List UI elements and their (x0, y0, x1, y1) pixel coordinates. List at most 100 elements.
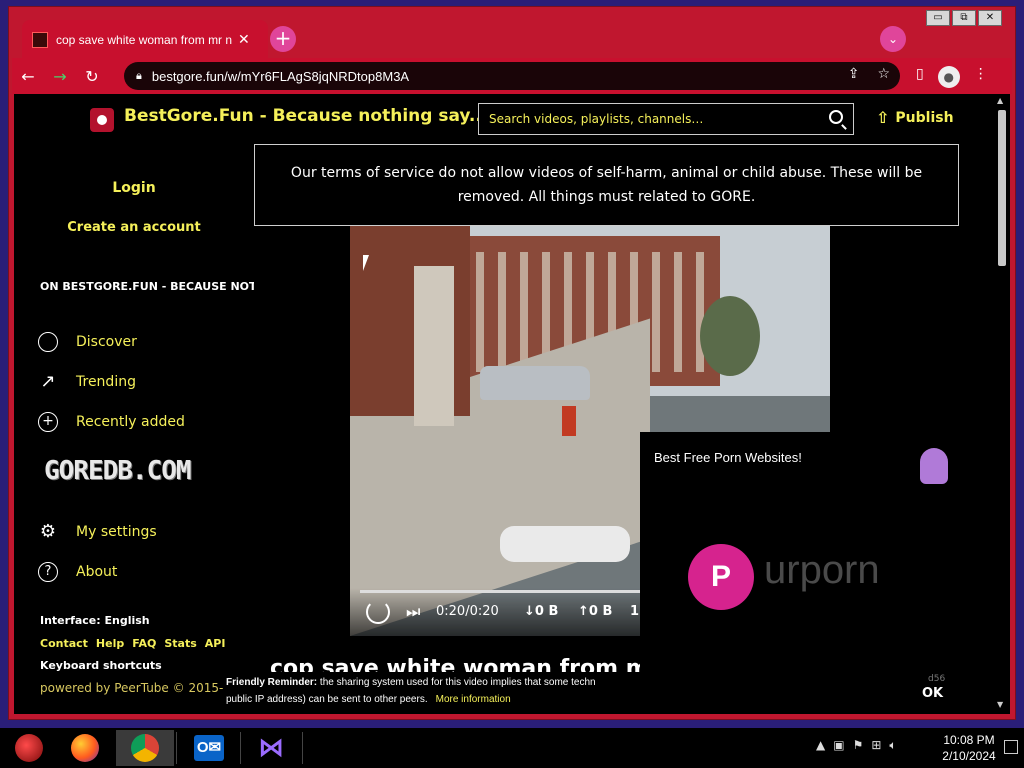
p2p-peer-count: 1 (630, 604, 640, 619)
close-window-button[interactable]: ✕ (978, 10, 1002, 26)
footer-link-stats[interactable]: Stats (164, 637, 196, 650)
browser-tab[interactable]: cop save white woman from mr n ✕ (22, 20, 268, 60)
toolbar-right: ▯ ● ⋮ (916, 66, 988, 88)
clock-date: 2/10/2024 (942, 749, 996, 763)
menu-kebab-icon[interactable]: ⋮ (974, 66, 988, 88)
sidebar-item-label: About (76, 564, 118, 580)
forward-button[interactable]: → (44, 67, 76, 86)
replay-icon[interactable] (366, 600, 390, 624)
footer-link-api[interactable]: API (205, 637, 226, 650)
video-time: 0:20/0:20 (436, 604, 499, 619)
notifications-icon[interactable] (1004, 740, 1018, 754)
address-bar[interactable]: 🔒︎ bestgore.fun/w/mYr6FLAgS8jqNRDtop8M3A… (124, 62, 900, 90)
system-tray: ▲ ▣ ⚑ ⊞ 🔈︎ (816, 738, 897, 753)
footer-link-contact[interactable]: Contact (40, 637, 88, 650)
share-icon[interactable]: ⇪ (848, 66, 860, 82)
search-box (478, 103, 854, 135)
back-button[interactable]: ← (12, 67, 44, 86)
mouse-cursor-icon (363, 255, 369, 271)
taskbar-separator (176, 732, 177, 764)
profile-avatar-icon[interactable]: ● (937, 66, 960, 88)
side-panel-icon[interactable]: ▯ (916, 66, 924, 88)
skip-next-icon[interactable]: ⏭ (406, 602, 420, 622)
chevron-down-icon: ⌄ (887, 32, 899, 46)
help-icon: ? (38, 562, 58, 582)
new-tab-button[interactable]: + (270, 26, 296, 52)
publish-label: Publish (895, 109, 954, 126)
sidebar-item-label: Recently added (76, 414, 185, 430)
ad-code: d56 (928, 674, 946, 684)
arrow-left-icon: ← (21, 66, 35, 86)
peertube-link[interactable]: PeerTube (114, 681, 169, 695)
url-text: bestgore.fun/w/mYr6FLAgS8jqNRDtop8M3A (151, 68, 410, 84)
maximize-button[interactable]: ⧉ (952, 10, 976, 26)
scroll-up-icon[interactable]: ▲ (997, 96, 1003, 105)
scroll-thumb[interactable] (998, 110, 1006, 266)
start-button[interactable] (0, 730, 58, 766)
video-frame-tree (700, 296, 760, 376)
site-title[interactable]: BestGore.Fun - Because nothing say... (124, 106, 488, 126)
visual-studio-icon: ⋈ (258, 733, 284, 763)
sidebar-item-recently-added[interactable]: + Recently added (38, 412, 185, 432)
sidebar-item-settings[interactable]: ⚙ My settings (38, 522, 157, 542)
interface-language[interactable]: Interface: English (40, 614, 150, 627)
page-scrollbar[interactable]: ▲ ▼ (994, 94, 1010, 714)
sidebar-section-heading: ON BESTGORE.FUN - BECAUSE NOTHING (40, 280, 254, 293)
minimize-button[interactable]: ▭ (926, 10, 950, 26)
search-icon[interactable] (829, 110, 843, 124)
scroll-down-icon[interactable]: ▼ (997, 700, 1003, 709)
video-frame-hydrant (562, 406, 576, 436)
footer-link-help[interactable]: Help (96, 637, 124, 650)
ad-title[interactable]: Best Free Porn Websites! (654, 450, 802, 465)
reminder-text-line2: public IP address) can be sent to other … (226, 694, 428, 705)
tab-search-button[interactable]: ⌄ (880, 26, 906, 52)
ad-logo-icon[interactable]: P (688, 544, 754, 610)
create-account-link[interactable]: Create an account (14, 220, 254, 235)
omnibox-actions: ⇪ ☆ (848, 66, 890, 82)
taskbar-firefox[interactable] (56, 730, 114, 766)
tray-expand-icon[interactable]: ▲ (816, 738, 825, 753)
goredb-banner[interactable]: GOREDB.COM (44, 456, 192, 486)
taskbar-separator (240, 732, 241, 764)
bookmark-star-icon[interactable]: ☆ (877, 66, 890, 82)
ad-ok-button[interactable]: OK (922, 686, 943, 701)
network-icon[interactable]: ▣ (833, 738, 844, 753)
screen: ▭ ⧉ ✕ cop save white woman from mr n ✕ +… (0, 0, 1024, 768)
trending-icon: ↗ (40, 371, 56, 392)
site-logo-icon[interactable] (90, 108, 114, 132)
video-frame-person (500, 526, 630, 562)
taskbar-visual-studio[interactable]: ⋈ (242, 730, 300, 766)
gear-icon: ⚙ (39, 521, 57, 542)
firefox-icon (71, 734, 99, 762)
ad-brand-name[interactable]: urporn (764, 548, 880, 593)
window-controls: ▭ ⧉ ✕ (926, 10, 1002, 26)
tab-close-icon[interactable]: ✕ (238, 32, 250, 48)
ad-popup[interactable]: Best Free Porn Websites! P urporn d56 OK (640, 432, 960, 714)
taskbar-outlook[interactable]: O✉ (180, 730, 238, 766)
volume-muted-icon[interactable]: 🔈︎ (889, 738, 896, 753)
publish-button[interactable]: ⇧ Publish (876, 108, 954, 127)
taskbar-chrome[interactable] (116, 730, 174, 766)
powered-by: powered by PeerTube © 2015- (40, 681, 223, 695)
keyboard-shortcuts-link[interactable]: Keyboard shortcuts (40, 659, 162, 672)
login-link[interactable]: Login (14, 180, 254, 196)
flag-icon[interactable]: ⚑ (853, 738, 864, 753)
video-frame-car (480, 366, 590, 400)
search-input[interactable] (489, 112, 811, 126)
taskbar-clock[interactable]: 10:08 PM 2/10/2024 (936, 732, 1002, 764)
sidebar-item-trending[interactable]: ↗ Trending (38, 372, 136, 392)
upload-cloud-icon: ⇧ (876, 108, 890, 127)
sidebar-item-discover[interactable]: Discover (38, 332, 137, 352)
footer-link-faq[interactable]: FAQ (132, 637, 156, 650)
reminder-text-line1: the sharing system used for this video i… (317, 677, 596, 688)
arrow-right-icon: → (53, 66, 67, 86)
powered-by-suffix: © 2015- (168, 681, 224, 695)
sidebar-item-about[interactable]: ? About (38, 562, 117, 582)
reload-button[interactable]: ↻ (76, 67, 108, 86)
video-frame-pillar (414, 266, 454, 426)
device-icon[interactable]: ⊞ (871, 738, 881, 753)
sidebar-item-label: My settings (76, 524, 157, 540)
tab-title: cop save white woman from mr n (56, 33, 232, 47)
more-information-link[interactable]: More information (436, 694, 511, 705)
lock-icon: 🔒︎ (136, 69, 142, 82)
